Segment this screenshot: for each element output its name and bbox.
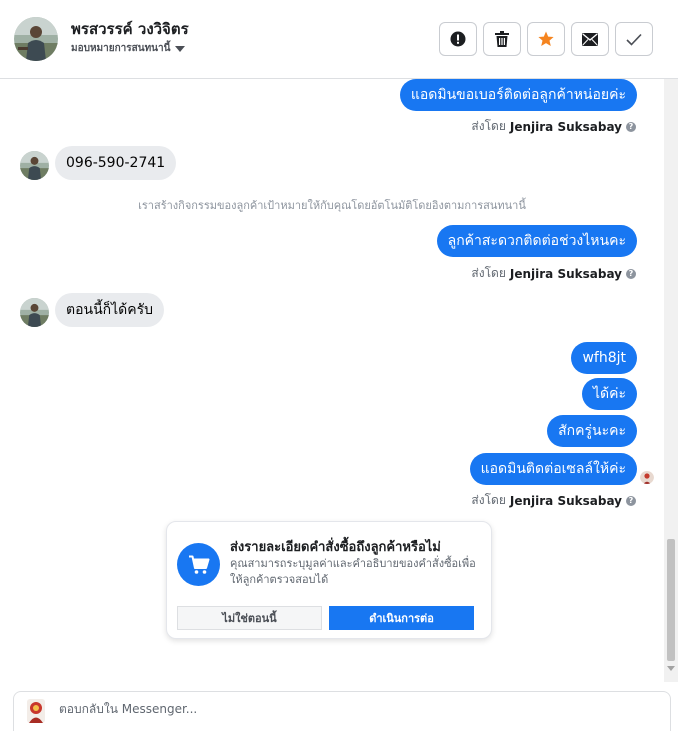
page-avatar: [25, 699, 47, 723]
assign-conversation-dropdown[interactable]: มอบหมายการสนทนานี้: [71, 41, 186, 56]
card-description: คุณสามารถระบุมูลค่าและคำอธิบายของคำสั่งซ…: [230, 557, 476, 586]
scrollbar[interactable]: [664, 79, 678, 682]
header-actions: [439, 22, 653, 56]
scrollbar-thumb[interactable]: [667, 539, 675, 661]
agent-name: Jenjira Suksabay: [509, 119, 622, 134]
contact-avatar-small: [20, 298, 49, 327]
messenger-conversation-panel: พรสวรรค์ วงวิจิตร มอบหมายการสนทนานี้ แอด…: [0, 0, 678, 731]
outgoing-message[interactable]: ได้ค่ะ: [581, 378, 637, 410]
star-button[interactable]: [527, 22, 565, 56]
scroll-down-arrow-icon[interactable]: [667, 666, 675, 671]
envelope-icon: [582, 32, 598, 46]
outgoing-message[interactable]: แอดมินติดต่อเซลล์ให้ค่ะ: [469, 453, 637, 485]
sent-by-label: ส่งโดย Jenjira Suksabay ?: [471, 491, 636, 510]
cart-icon-badge: [177, 543, 220, 586]
agent-name: Jenjira Suksabay: [509, 493, 622, 508]
info-icon[interactable]: ?: [626, 495, 636, 506]
trash-icon: [495, 31, 509, 47]
not-now-button[interactable]: ไม่ใช่ตอนนี้: [177, 606, 322, 630]
agent-name: Jenjira Suksabay: [509, 266, 622, 281]
delete-button[interactable]: [483, 22, 521, 56]
outgoing-message[interactable]: wfh8jt: [571, 342, 637, 374]
sent-by-prefix: ส่งโดย: [471, 119, 506, 133]
send-order-details-card: ส่งรายละเอียดคำสั่งซื้อถึงลูกค้าหรือไม่ …: [166, 521, 492, 639]
sent-by-prefix: ส่งโดย: [471, 266, 506, 280]
shopping-cart-icon: [188, 555, 209, 574]
incoming-message[interactable]: 096-590-2741: [55, 146, 177, 180]
continue-button[interactable]: ดำเนินการต่อ: [329, 606, 474, 630]
conversation-header: พรสวรรค์ วงวิจิตร มอบหมายการสนทนานี้: [0, 0, 678, 79]
sent-by-prefix: ส่งโดย: [471, 493, 506, 507]
contact-avatar[interactable]: [14, 17, 58, 61]
outgoing-message[interactable]: สักครู่นะคะ: [547, 415, 637, 447]
outgoing-message[interactable]: ลูกค้าสะดวกติดต่อช่วงไหนคะ: [436, 225, 637, 257]
mark-unread-button[interactable]: [571, 22, 609, 56]
system-note: เราสร้างกิจกรรมของลูกค้าเป้าหมายให้กับคุ…: [138, 199, 526, 212]
reply-composer: [13, 691, 671, 731]
sent-by-label: ส่งโดย Jenjira Suksabay ?: [471, 117, 636, 136]
star-icon: [538, 31, 554, 46]
exclamation-icon: [450, 31, 466, 47]
card-title: ส่งรายละเอียดคำสั่งซื้อถึงลูกค้าหรือไม่: [230, 540, 441, 555]
reply-input[interactable]: [59, 702, 619, 716]
seen-avatar: [640, 470, 654, 484]
incoming-message[interactable]: ตอนนี้ก็ได้ครับ: [55, 293, 165, 327]
mark-done-button[interactable]: [615, 22, 653, 56]
contact-name[interactable]: พรสวรรค์ วงวิจิตร: [71, 17, 189, 41]
report-button[interactable]: [439, 22, 477, 56]
checkmark-icon: [626, 33, 642, 46]
assign-label: มอบหมายการสนทนานี้: [71, 43, 171, 54]
message-thread[interactable]: แอดมินขอเบอร์ติดต่อลูกค้าหน่อยค่ะ ส่งโดย…: [0, 79, 678, 682]
caret-down-icon: [175, 45, 186, 52]
contact-avatar-small: [20, 151, 49, 180]
info-icon[interactable]: ?: [626, 121, 636, 132]
info-icon[interactable]: ?: [626, 268, 636, 279]
outgoing-message[interactable]: แอดมินขอเบอร์ติดต่อลูกค้าหน่อยค่ะ: [399, 79, 637, 111]
sent-by-label: ส่งโดย Jenjira Suksabay ?: [471, 264, 636, 283]
